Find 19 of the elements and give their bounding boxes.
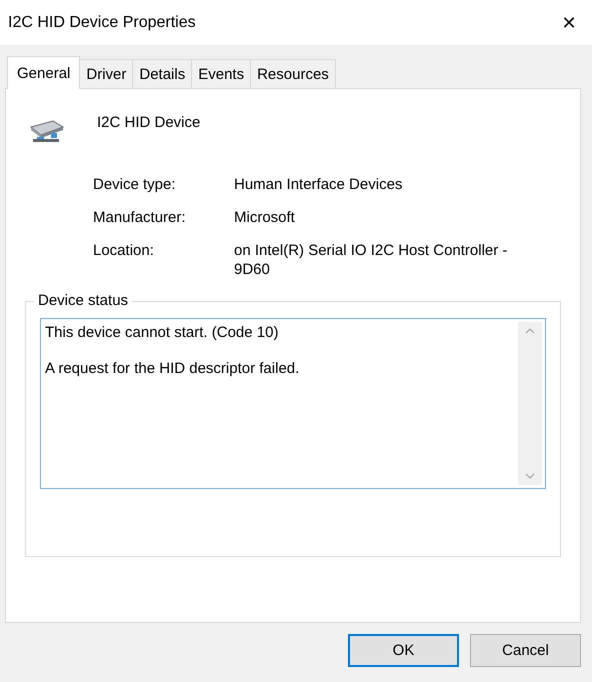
property-label: Manufacturer: [93,208,187,227]
status-text-area[interactable]: This device cannot start. (Code 10) A request for the HID descriptor failed. [40,318,546,489]
status-line: A request for the HID descriptor failed. [45,360,300,377]
scrollbar[interactable] [518,322,542,485]
property-value: Human Interface Devices [234,175,404,194]
dialog-button[interactable]: Cancel [470,634,581,667]
tab[interactable]: General [7,56,80,89]
scroll-up-icon[interactable] [525,328,535,334]
status-line: This device cannot start. (Code 10) [45,324,280,341]
property-label: Device type: [93,175,177,194]
dialog-button[interactable]: OK [348,634,459,667]
property-value: Microsoft [234,208,296,227]
property-value: on Intel(R) Serial IO I2C Host Controller - 9D60 [234,241,508,279]
property-label: Location: [93,241,155,261]
tab[interactable]: Resources [250,59,336,88]
close-button[interactable]: ✕ [546,0,592,45]
window-title: I2C HID Device Properties [8,14,196,32]
device-name: I2C HID Device [97,114,200,130]
scroll-down-icon[interactable] [525,473,535,479]
